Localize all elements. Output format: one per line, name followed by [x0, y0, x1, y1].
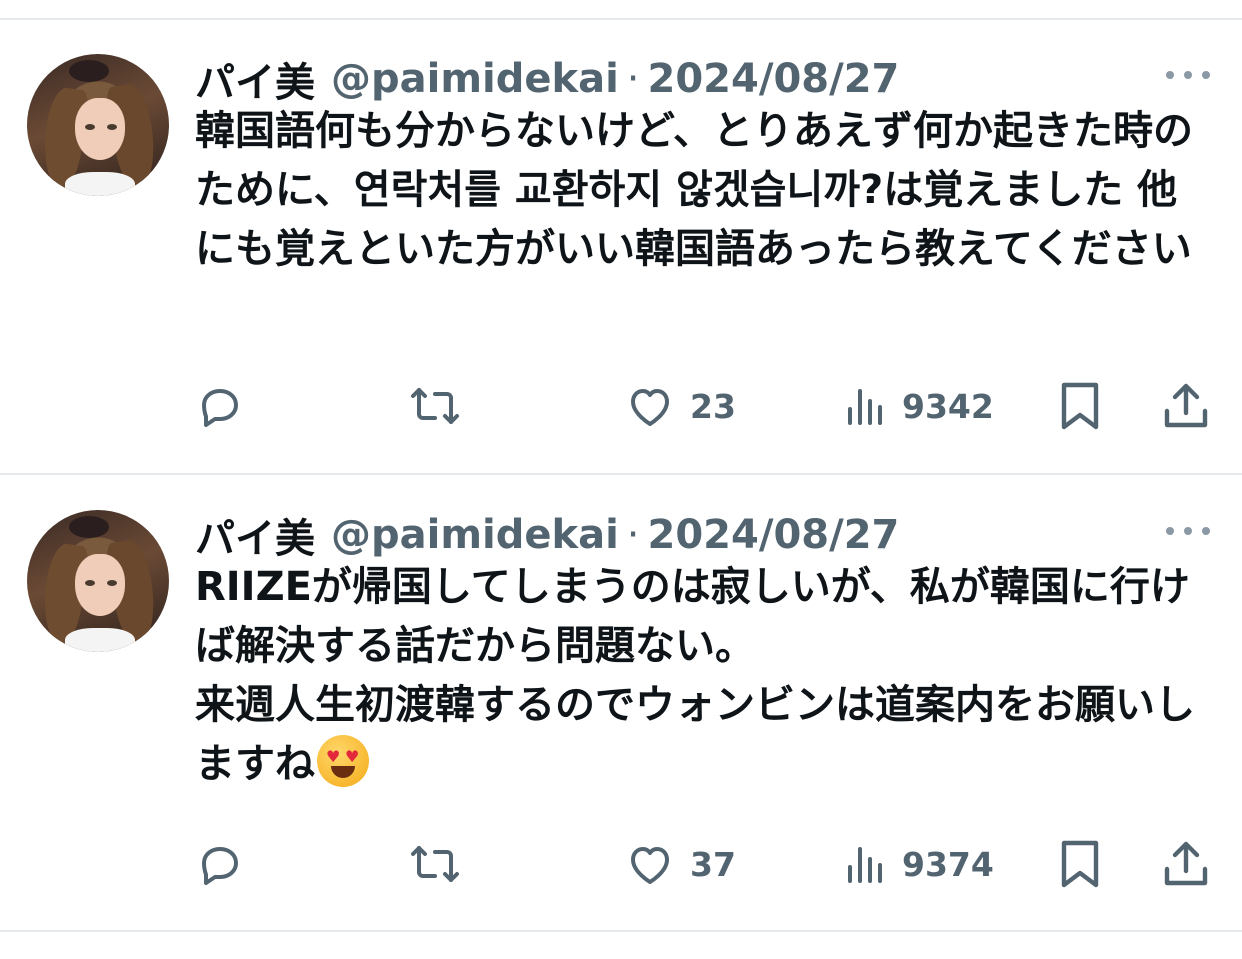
reply-button[interactable] — [196, 834, 244, 894]
tweet-header: パイ美 @paimidekai · 2024/08/27 — [195, 510, 900, 562]
top-divider — [0, 18, 1242, 20]
reply-icon — [202, 847, 238, 885]
tweet-divider — [0, 473, 1242, 475]
like-icon — [631, 847, 669, 884]
more-icon[interactable] — [1166, 60, 1210, 90]
bookmark-icon — [1061, 382, 1099, 430]
share-icon — [1164, 383, 1208, 428]
bookmark-button[interactable] — [1058, 834, 1102, 894]
retweet-button[interactable] — [409, 376, 461, 436]
tweet-header: パイ美 @paimidekai · 2024/08/27 — [195, 54, 900, 106]
action-bar: 23 9342 — [0, 376, 1242, 436]
reply-icon — [202, 389, 238, 427]
views-button[interactable]: 9342 — [844, 376, 994, 436]
tweet[interactable]: パイ美 @paimidekai · 2024/08/27 韓国語何も分からないけ… — [0, 54, 1242, 454]
like-icon — [631, 389, 669, 426]
views-icon — [848, 389, 882, 425]
post-date[interactable]: 2024/08/27 — [648, 512, 900, 558]
like-button[interactable]: 23 — [626, 376, 736, 436]
bottom-divider — [0, 930, 1242, 932]
share-icon — [1164, 841, 1208, 886]
user-handle[interactable]: @paimidekai — [331, 56, 619, 102]
separator-dot: · — [626, 56, 640, 102]
bookmark-icon — [1061, 840, 1099, 888]
tweet-text-container: RIIZEが帰国してしまうのは寂しいが、私が韓国に行けば解決する話だから問題ない… — [195, 558, 1205, 794]
action-bar: 37 9374 — [0, 834, 1242, 894]
views-icon — [848, 847, 882, 883]
retweet-button[interactable] — [409, 834, 461, 894]
more-icon[interactable] — [1166, 516, 1210, 546]
heart-eyes-emoji-icon: ♥ ♥ — [317, 735, 369, 787]
views-button[interactable]: 9374 — [844, 834, 994, 894]
display-name[interactable]: パイ美 — [195, 50, 315, 108]
separator-dot: · — [626, 512, 640, 558]
tweet[interactable]: パイ美 @paimidekai · 2024/08/27 RIIZEが帰国してし… — [0, 510, 1242, 910]
post-date[interactable]: 2024/08/27 — [648, 56, 900, 102]
avatar[interactable] — [27, 510, 169, 652]
share-button[interactable] — [1163, 834, 1209, 894]
display-name[interactable]: パイ美 — [195, 506, 315, 564]
like-button[interactable]: 37 — [626, 834, 736, 894]
bookmark-button[interactable] — [1058, 376, 1102, 436]
retweet-icon — [411, 388, 459, 424]
avatar[interactable] — [27, 54, 169, 196]
reply-button[interactable] — [196, 376, 244, 436]
view-count: 9342 — [902, 386, 994, 426]
share-button[interactable] — [1163, 376, 1209, 436]
user-handle[interactable]: @paimidekai — [331, 512, 619, 558]
like-count: 23 — [690, 386, 736, 426]
like-count: 37 — [690, 844, 736, 884]
view-count: 9374 — [902, 844, 994, 884]
retweet-icon — [411, 846, 459, 882]
tweet-text: 韓国語何も分からないけど、とりあえず何か起きた時のために、연락처를 교환하지 않… — [195, 108, 1193, 272]
